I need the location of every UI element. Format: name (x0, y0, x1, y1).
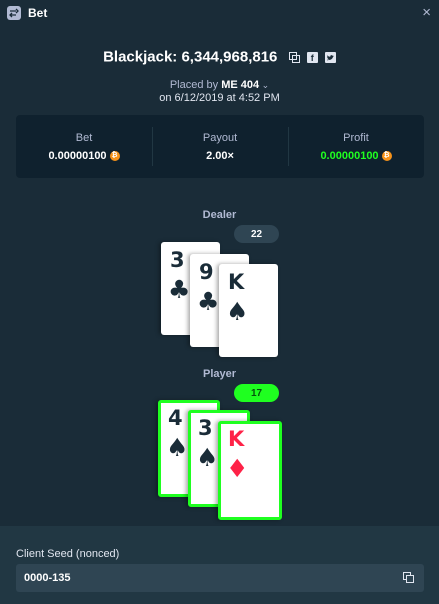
twitter-icon[interactable] (324, 52, 336, 64)
card-rank: 9 (199, 260, 214, 284)
copy-icon[interactable] (288, 52, 300, 64)
bet-stats-panel: Bet 0.00000100 ₿ Payout 2.00× Profit 0.0… (16, 115, 424, 178)
card-rank: K (228, 270, 245, 294)
bitcoin-icon: ₿ (381, 150, 392, 161)
client-seed-field[interactable]: 0000-135 (16, 564, 424, 592)
facebook-icon[interactable]: f (306, 52, 318, 64)
client-seed-section: Client Seed (nonced) 0000-135 (0, 526, 439, 604)
player-label: Player (202, 368, 237, 380)
placed-prefix: Placed by (169, 79, 219, 91)
placed-user[interactable]: ME 404 (221, 79, 259, 91)
payout-value: 2.00× (206, 149, 234, 162)
game-label: Blackjack: (103, 48, 178, 66)
bet-id: 6,344,968,816 (181, 48, 278, 66)
client-seed-label: Client Seed (nonced) (16, 548, 120, 560)
spade-icon: ♠ (166, 433, 189, 462)
club-icon: ♣ (168, 275, 191, 304)
dealer-card-3: K ♠ (219, 264, 278, 357)
placed-date: on 6/12/2019 at 4:52 PM (159, 92, 280, 104)
player-card-3: K ♦ (218, 421, 282, 520)
card-rank: 4 (168, 406, 183, 430)
card-rank: 3 (170, 248, 185, 272)
title-bar: Bet × (0, 0, 439, 26)
spade-icon: ♠ (196, 443, 219, 472)
game-title: Blackjack: 6,344,968,816 f (0, 48, 439, 66)
bitcoin-icon: ₿ (109, 150, 120, 161)
bet-label: Bet (75, 131, 93, 144)
payout-stat: Payout 2.00× (152, 115, 288, 178)
close-icon[interactable]: × (422, 4, 431, 21)
profit-value: 0.00000100 (320, 149, 379, 162)
copy-icon[interactable] (403, 572, 414, 586)
club-icon: ♣ (197, 287, 220, 316)
bet-value: 0.00000100 (48, 149, 107, 162)
spade-icon: ♠ (226, 297, 249, 326)
window-title: Bet (28, 6, 48, 20)
card-rank: K (228, 427, 245, 451)
profit-stat: Profit 0.00000100 ₿ (288, 115, 424, 178)
dealer-label: Dealer (202, 209, 237, 221)
player-score-badge: 17 (234, 384, 279, 402)
diamond-icon: ♦ (226, 454, 249, 483)
client-seed-value: 0000-135 (24, 572, 71, 584)
profit-label: Profit (343, 131, 369, 144)
chevron-down-icon[interactable]: ⌄ (259, 80, 270, 90)
placed-info: Placed by ME 404 ⌄ on 6/12/2019 at 4:52 … (0, 79, 439, 105)
bet-icon (7, 6, 21, 20)
card-rank: 3 (198, 416, 213, 440)
payout-label: Payout (202, 131, 238, 144)
dealer-score-badge: 22 (234, 225, 279, 243)
bet-stat: Bet 0.00000100 ₿ (16, 115, 152, 178)
